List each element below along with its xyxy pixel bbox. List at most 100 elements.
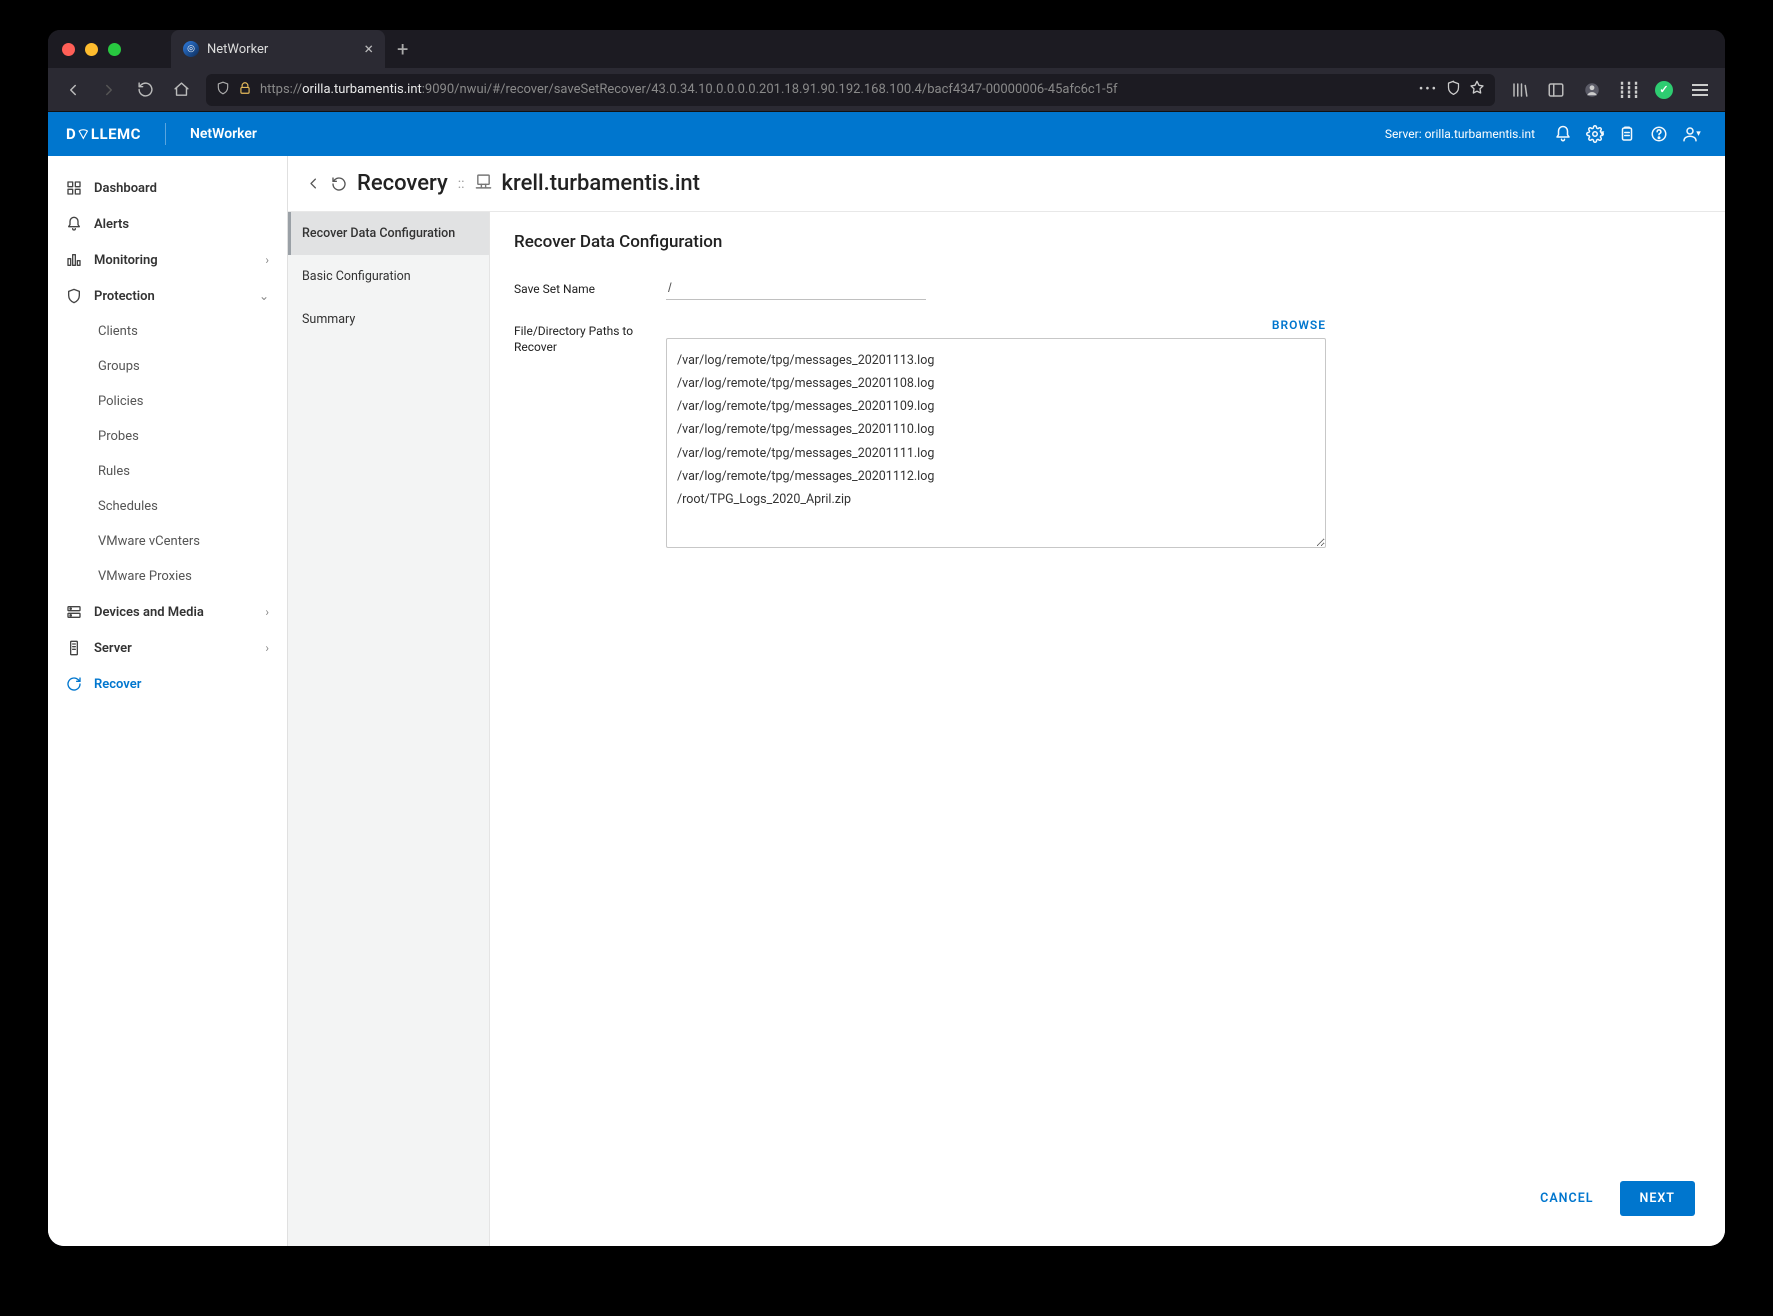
breadcrumb-host: krell.turbamentis.int [502, 171, 700, 196]
maximize-window-button[interactable] [108, 43, 121, 56]
help-icon[interactable] [1643, 118, 1675, 150]
sidebar-item-label: Policies [98, 394, 269, 409]
brand-product: NetWorker [190, 126, 257, 142]
paths-label: File/Directory Paths to Recover [514, 318, 666, 355]
notifications-icon[interactable] [1547, 118, 1579, 150]
reload-button[interactable] [130, 75, 160, 105]
forward-button[interactable] [94, 75, 124, 105]
app-root: D⌔LLEMC NetWorker Server: orilla.turbame… [48, 112, 1725, 1246]
app-menu-button[interactable] [1685, 75, 1715, 105]
tab-favicon-icon: ◎ [183, 41, 199, 57]
paths-textarea[interactable] [666, 338, 1326, 548]
sidebar-item-dashboard[interactable]: Dashboard [48, 170, 287, 206]
brand: D⌔LLEMC NetWorker [66, 123, 257, 145]
wizard-steps-nav: Recover Data ConfigurationBasic Configur… [288, 212, 490, 1246]
browser-address-bar: https://orilla.turbamentis.int:9090/nwui… [48, 68, 1725, 112]
server-label: Server: orilla.turbamentis.int [1385, 127, 1535, 141]
left-nav-sidebar: Dashboard Alerts Monitoring › Protection⌄ Cli… [48, 156, 288, 1246]
sidebar-item-probes[interactable]: Probes [48, 419, 287, 454]
app-header: D⌔LLEMC NetWorker Server: orilla.turbame… [48, 112, 1725, 156]
sidebar-item-server[interactable]: Server› [48, 630, 287, 666]
tab-title: NetWorker [207, 42, 268, 57]
minimize-window-button[interactable] [85, 43, 98, 56]
sidebar-item-groups[interactable]: Groups [48, 349, 287, 384]
dashboard-icon [66, 180, 82, 196]
sidebar-item-monitoring[interactable]: Monitoring › [48, 242, 287, 278]
breadcrumb: Recovery :: krell.turbamentis.int [288, 156, 1725, 212]
sidebar-item-policies[interactable]: Policies [48, 384, 287, 419]
url-text: https://orilla.turbamentis.int:9090/nwui… [260, 82, 1411, 97]
extension-icon[interactable]: ┋┋┋ [1613, 75, 1643, 105]
sidebar-item-recover[interactable]: Recover [48, 666, 287, 702]
sidebar-item-rules[interactable]: Rules [48, 454, 287, 489]
bookmark-star-icon[interactable] [1469, 80, 1485, 100]
back-button[interactable] [58, 75, 88, 105]
sidebar-item-label: Probes [98, 429, 269, 444]
chevron-icon: ⌄ [259, 289, 269, 303]
sidebar-item-vmware-proxies[interactable]: VMware Proxies [48, 559, 287, 594]
account-icon[interactable] [1577, 75, 1607, 105]
browser-window: ◎ NetWorker × + https://orilla.turb [48, 30, 1725, 1246]
sidebar-item-label: Monitoring [94, 253, 253, 268]
page-actions-icon[interactable]: ••• [1419, 82, 1438, 97]
chevron-icon: › [265, 253, 269, 267]
refresh-icon [66, 676, 82, 692]
wizard-step-recover-data-config[interactable]: Recover Data Configuration [288, 212, 489, 255]
cancel-button[interactable]: CANCEL [1528, 1181, 1605, 1216]
form-footer: CANCEL NEXT [514, 1165, 1701, 1226]
user-menu-icon[interactable]: ▾ [1675, 118, 1707, 150]
chevron-icon: › [265, 605, 269, 619]
clipboard-icon[interactable] [1611, 118, 1643, 150]
new-tab-button[interactable]: + [385, 37, 420, 61]
form-area: Recover Data Configuration Save Set Name… [490, 212, 1725, 1246]
shield-icon [66, 288, 82, 304]
breadcrumb-separator: :: [458, 176, 465, 192]
sidebar-item-label: Clients [98, 324, 269, 339]
browser-tab-bar: ◎ NetWorker × + [48, 30, 1725, 68]
form-title: Recover Data Configuration [514, 232, 1701, 252]
tab-close-icon[interactable]: × [364, 41, 373, 57]
breadcrumb-section: Recovery [357, 171, 448, 196]
sidebar-item-clients[interactable]: Clients [48, 314, 287, 349]
sidebar-item-alerts[interactable]: Alerts [48, 206, 287, 242]
traffic-lights [62, 43, 121, 56]
sidebar-item-protection[interactable]: Protection⌄ [48, 278, 287, 314]
main-body: Recover Data ConfigurationBasic Configur… [288, 212, 1725, 1246]
sidebar-item-label: Rules [98, 464, 269, 479]
url-input[interactable]: https://orilla.turbamentis.int:9090/nwui… [206, 74, 1495, 106]
host-icon [475, 173, 492, 194]
sidebar-item-vmware-vcenters[interactable]: VMware vCenters [48, 524, 287, 559]
status-ok-icon[interactable]: ✓ [1649, 75, 1679, 105]
browse-button[interactable]: BROWSE [1272, 318, 1326, 332]
sidebar-toggle-icon[interactable] [1541, 75, 1571, 105]
breadcrumb-back-icon[interactable] [306, 176, 321, 191]
sidebar-item-label: Recover [94, 677, 269, 692]
bell-icon [66, 216, 82, 232]
sidebar-item-label: VMware vCenters [98, 534, 269, 549]
sidebar-item-label: VMware Proxies [98, 569, 269, 584]
sidebar-item-label: Dashboard [94, 181, 269, 196]
home-button[interactable] [166, 75, 196, 105]
settings-gear-icon[interactable]: ▾ [1579, 118, 1611, 150]
sidebar-item-schedules[interactable]: Schedules [48, 489, 287, 524]
close-window-button[interactable] [62, 43, 75, 56]
devices-icon [66, 604, 82, 620]
reader-mode-icon[interactable] [1446, 80, 1461, 99]
wizard-step-summary[interactable]: Summary [288, 298, 489, 341]
next-button[interactable]: NEXT [1620, 1181, 1696, 1216]
save-set-label: Save Set Name [514, 276, 666, 298]
wizard-step-basic-config[interactable]: Basic Configuration [288, 255, 489, 298]
shield-icon [216, 81, 230, 99]
sidebar-item-devices[interactable]: Devices and Media › [48, 594, 287, 630]
save-set-row: Save Set Name [514, 276, 1701, 300]
sidebar-item-label: Groups [98, 359, 269, 374]
toolbar-right-icons: ┋┋┋ ✓ [1505, 75, 1715, 105]
sidebar-item-label: Devices and Media [94, 605, 253, 620]
sidebar-item-label: Server [94, 641, 253, 656]
brand-logo: D⌔LLEMC [66, 125, 141, 144]
save-set-input[interactable] [666, 276, 926, 300]
breadcrumb-refresh-icon[interactable] [331, 176, 347, 192]
browser-tab[interactable]: ◎ NetWorker × [171, 30, 385, 68]
library-icon[interactable] [1505, 75, 1535, 105]
brand-divider [165, 123, 166, 145]
